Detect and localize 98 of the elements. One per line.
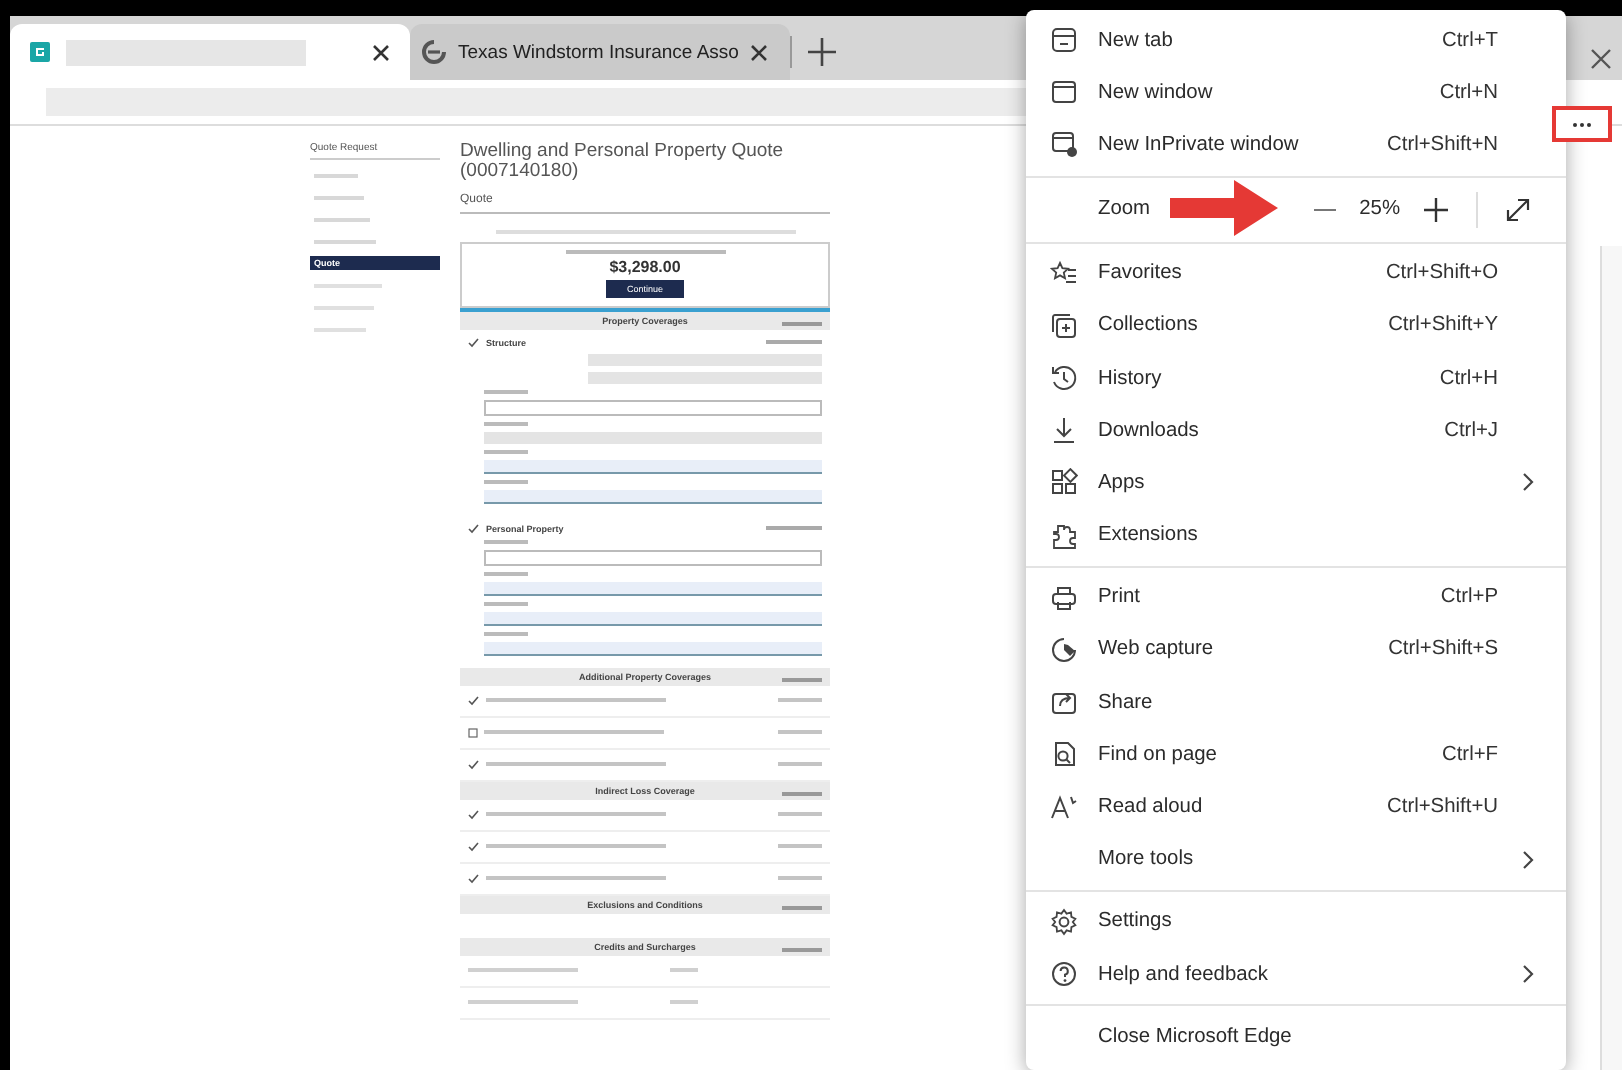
inprivate-window-icon [1050, 130, 1078, 159]
zoom-level: 25% [1359, 198, 1400, 221]
form-field[interactable] [484, 459, 822, 474]
menu-item[interactable]: Print Ctrl+P [1026, 571, 1566, 624]
illegible-text [778, 698, 822, 703]
shortcut-text: Ctrl+J [1444, 419, 1498, 442]
read-aloud-icon [1050, 793, 1078, 822]
menu-item[interactable]: Collections Ctrl+Shift+Y [1026, 299, 1566, 352]
shortcut-text: Ctrl+P [1440, 586, 1498, 609]
illegible-text [782, 791, 822, 796]
shortcut-text: Ctrl+Shift+N [1387, 133, 1498, 156]
illegible-text [670, 1000, 698, 1005]
site-logo-icon [30, 42, 50, 62]
plus-icon [1424, 197, 1448, 222]
arrow-annotation [1166, 176, 1282, 240]
menu-item[interactable]: New tab Ctrl+T [1026, 14, 1566, 67]
illegible-text [484, 631, 528, 636]
menu-item[interactable]: Close Microsoft Edge [1026, 1010, 1566, 1063]
form-field[interactable] [484, 641, 822, 656]
star-list-icon [1050, 259, 1078, 288]
menu-item[interactable]: History Ctrl+H [1026, 351, 1566, 405]
illegible-text [484, 421, 528, 426]
illegible-text [484, 601, 528, 606]
illegible-text [766, 340, 822, 345]
menu-item[interactable]: Downloads Ctrl+J [1026, 404, 1566, 457]
window-icon [1050, 78, 1078, 107]
expand-icon [1506, 197, 1530, 222]
shortcut-text: Ctrl+N [1439, 81, 1498, 104]
menu-item[interactable]: New window Ctrl+N [1026, 66, 1566, 119]
menu-item[interactable]: Web capture Ctrl+Shift+S [1026, 623, 1566, 677]
find-on-page-icon [1050, 740, 1078, 769]
illegible-text [782, 905, 822, 910]
download-icon [1050, 416, 1078, 445]
browser-tab[interactable] [10, 24, 410, 80]
print-icon [1050, 583, 1078, 612]
illegible-text [468, 1000, 578, 1005]
menu-item[interactable]: Share [1026, 676, 1566, 729]
scrollbar[interactable] [1600, 246, 1622, 1070]
menu-item[interactable]: Apps [1026, 456, 1566, 509]
zoom-label: Zoom [1098, 198, 1153, 221]
shortcut-text: Ctrl+Shift+U [1387, 796, 1498, 819]
illegible-text [484, 571, 528, 576]
form-field[interactable] [484, 431, 822, 444]
menu-item[interactable]: Extensions [1026, 509, 1566, 562]
illegible-text [782, 947, 822, 952]
illegible-text [484, 449, 528, 454]
form-field[interactable] [484, 399, 822, 416]
history-icon [1050, 364, 1078, 393]
illegible-text [778, 762, 822, 767]
apps-icon [1050, 468, 1078, 497]
illegible-text [766, 526, 822, 531]
new-tab-icon [808, 38, 836, 66]
shortcut-text: Ctrl+T [1441, 29, 1498, 52]
more-icon [1572, 121, 1592, 127]
page-title: Dwelling and Personal Property Quote (0007140180) [460, 142, 786, 184]
settings-icon [1050, 907, 1078, 936]
puzzle-icon [1050, 521, 1078, 550]
illegible-text [468, 968, 578, 973]
illegible-text [778, 730, 822, 735]
more-button-highlight[interactable] [1552, 106, 1612, 142]
form-field[interactable] [484, 549, 822, 566]
illegible-text [670, 968, 698, 973]
tab-title: Texas Windstorm Insurance Asso [458, 41, 739, 63]
form-field[interactable] [484, 489, 822, 504]
menu-item[interactable]: New InPrivate window Ctrl+Shift+N [1026, 118, 1566, 172]
illegible-text [484, 389, 528, 394]
illegible-text [782, 321, 822, 326]
menu-item[interactable]: Find on page Ctrl+F [1026, 728, 1566, 781]
illegible-text [778, 844, 822, 849]
illegible-text [484, 539, 528, 544]
form-field[interactable] [484, 581, 822, 596]
illegible-text [484, 479, 528, 484]
close-icon [750, 43, 769, 61]
shortcut-text: Ctrl+H [1439, 367, 1498, 390]
illegible-text [782, 677, 822, 682]
form-field[interactable] [484, 611, 822, 626]
menu-item[interactable]: Read aloud Ctrl+Shift+U [1026, 780, 1566, 834]
menu-item[interactable]: Favorites Ctrl+Shift+O [1026, 247, 1566, 300]
shortcut-text: Ctrl+F [1441, 743, 1498, 766]
close-icon [1590, 48, 1612, 70]
shortcut-text: Ctrl+Shift+Y [1388, 314, 1498, 337]
illegible-text [778, 812, 822, 817]
form-field[interactable] [588, 371, 822, 384]
menu-item[interactable]: Settings [1026, 895, 1566, 948]
collections-icon [1050, 311, 1078, 340]
new-tab-icon [1050, 26, 1078, 55]
share-icon [1050, 688, 1078, 717]
shortcut-text: Ctrl+Shift+O [1385, 262, 1498, 285]
form-field[interactable] [588, 353, 822, 366]
menu-item[interactable]: More tools [1026, 833, 1566, 886]
premium-amount: $3,298.00 [609, 257, 681, 276]
menu-item[interactable]: Help and feedback [1026, 948, 1566, 1001]
browser-tab[interactable]: Texas Windstorm Insurance Asso [410, 24, 790, 80]
web-capture-icon [1050, 635, 1078, 664]
illegible-text [778, 876, 822, 881]
close-icon [372, 43, 390, 61]
help-icon [1050, 960, 1078, 989]
shortcut-text: Ctrl+Shift+S [1388, 638, 1498, 661]
